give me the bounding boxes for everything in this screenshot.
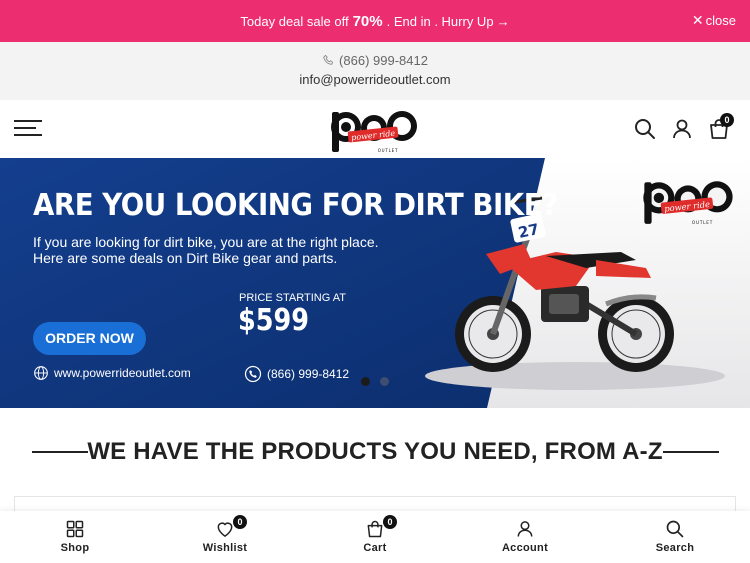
menu-button[interactable] [14,119,42,137]
bottom-nav: Shop 0 Wishlist 0 Cart Account Search [0,511,750,563]
promo-text-after: . End in . Hurry Up [386,13,494,29]
user-icon [517,521,533,537]
nav-label: Search [655,542,695,554]
hero-website: www.powerrideoutlet.com [33,365,191,381]
close-label: close [705,13,736,28]
heading-divider [663,451,719,453]
nav-label: Shop [60,542,90,554]
contact-phone-text: (866) 999-8412 [339,53,428,68]
section-heading: WE HAVE THE PRODUCTS YOU NEED, FROM A-Z [0,436,750,468]
menu-line [14,134,42,136]
hero-phone-text: (866) 999-8412 [267,367,350,381]
promo-percent: 70% [352,12,383,30]
hero-subtext: If you are looking for dirt bike, you ar… [33,234,379,266]
contact-phone[interactable]: (866) 999-8412 [0,53,750,68]
phone-icon [323,54,334,65]
nav-search[interactable]: Search [600,511,750,563]
cart-count-badge: 0 [383,515,397,529]
banner-logo: power ride OUTLET [643,181,733,225]
slide-dot[interactable] [380,377,389,386]
order-now-button[interactable]: ORDER NOW [33,322,146,355]
nav-account[interactable]: Account [450,511,600,563]
nav-label: Account [501,542,549,554]
grid-icon [66,520,84,538]
promo-text-before: Today deal sale off [240,13,349,29]
bike-number: 27 [517,220,541,242]
nav-wishlist[interactable]: 0 Wishlist [150,511,300,563]
hero-phone: (866) 999-8412 [244,365,349,383]
search-icon[interactable] [633,117,657,141]
hero-website-text: www.powerrideoutlet.com [54,366,191,380]
nav-cart[interactable]: 0 Cart [300,511,450,563]
hero-headline: ARE YOU LOOKING FOR DIRT BIKE? [33,188,558,223]
cart-button[interactable]: 0 [707,113,734,141]
close-icon: ✕ [691,12,704,28]
promo-bar: Today deal sale off 70% . End in . Hurry… [0,0,750,42]
menu-line [14,127,36,129]
hero-banner[interactable]: 27 power ride OUTLET ARE YOU LOOKING FOR… [0,158,750,408]
arrow-right-icon: → [496,13,510,29]
contact-bar: (866) 999-8412 info@powerrideoutlet.com [0,42,750,100]
wishlist-count-badge: 0 [233,515,247,529]
close-promo-button[interactable]: ✕ close [692,12,736,29]
bag-icon [367,520,383,538]
search-icon [666,520,684,538]
menu-line [14,120,42,122]
phone-icon [244,365,262,383]
nav-label: Cart [363,542,387,554]
globe-icon [34,366,48,380]
hero-subtext-line: Here are some deals on Dirt Bike gear an… [33,250,338,266]
cart-count-badge: 0 [720,113,734,127]
contact-email[interactable]: info@powerrideoutlet.com [0,72,750,87]
svg-text:OUTLET: OUTLET [378,148,399,153]
site-logo[interactable]: power ride OUTLET [330,104,420,156]
svg-text:OUTLET: OUTLET [692,220,713,225]
hero-subtext-line: If you are looking for dirt bike, you ar… [33,234,379,250]
nav-shop[interactable]: Shop [0,511,150,563]
section-title: WE HAVE THE PRODUCTS YOU NEED, FROM A-Z [87,438,663,465]
heart-icon [217,522,233,537]
user-icon[interactable] [670,117,694,141]
slide-dot-active[interactable] [361,377,370,386]
site-header: power ride OUTLET 0 [0,100,750,158]
nav-label: Wishlist [202,542,248,554]
price-value: $599 [238,303,309,338]
